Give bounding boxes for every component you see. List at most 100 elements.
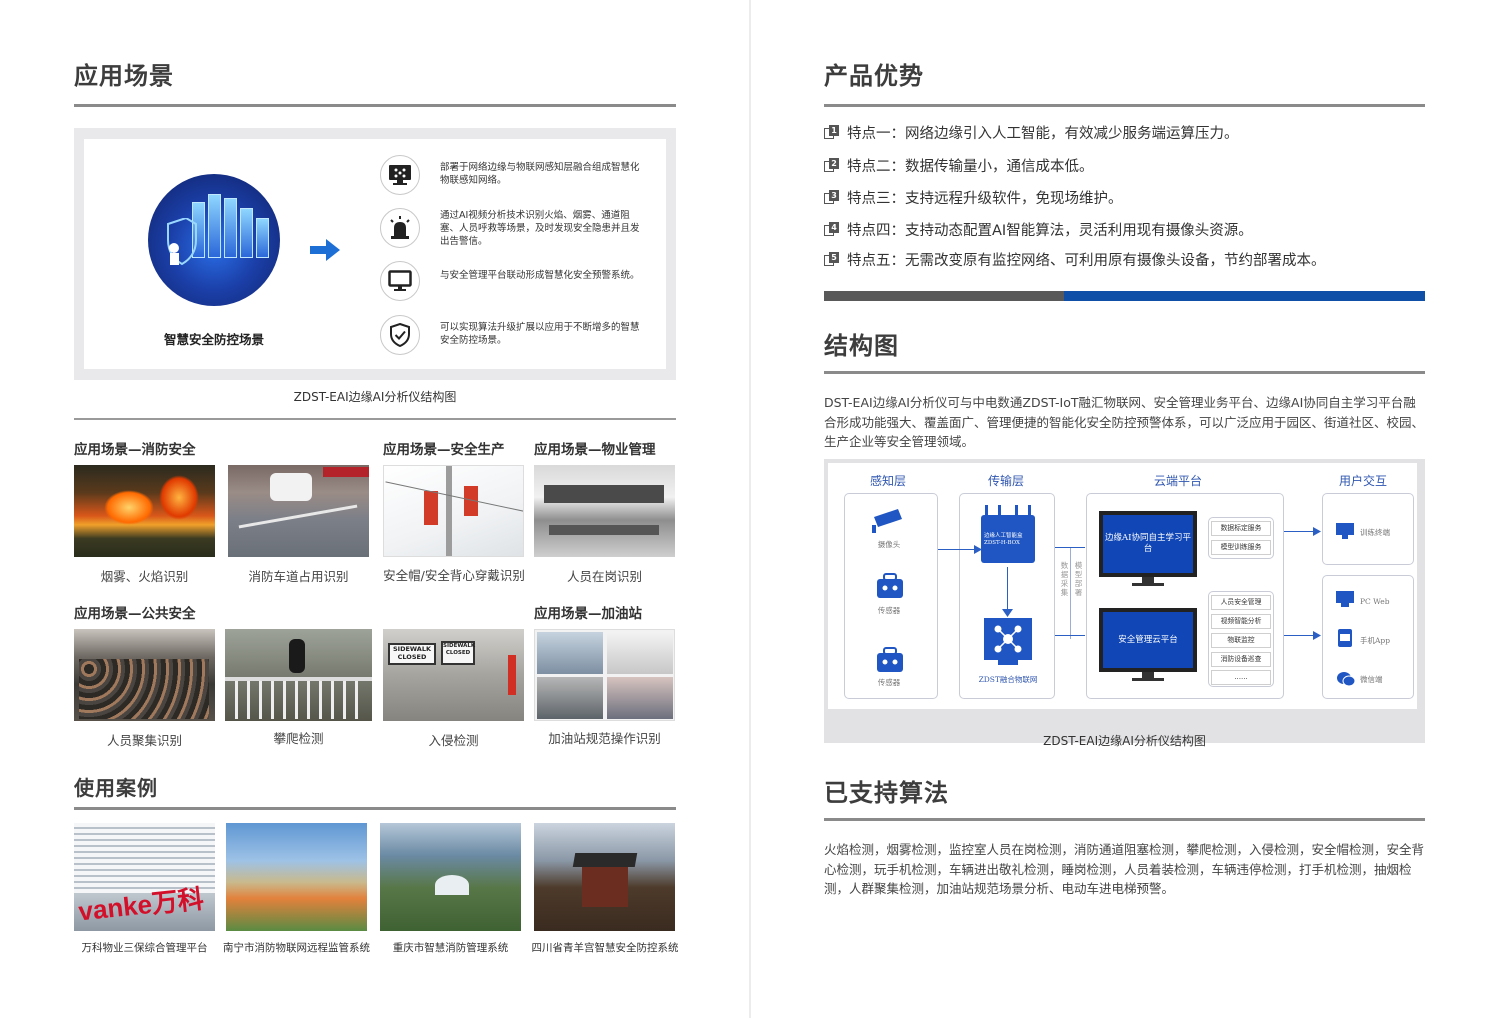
sensor-label-2: 传感器 xyxy=(877,678,901,687)
shield-check-icon xyxy=(380,315,420,355)
case-caption-2: 南宁市消防物联网远程监管系统 xyxy=(223,942,370,954)
panel-caption: ZDST-EAI边缘AI分析仪结构图 xyxy=(293,390,457,404)
arrow-right-icon xyxy=(310,239,340,261)
photo-caption-4: 人员在岗识别 xyxy=(566,569,642,584)
algorithms-paragraph: 火焰检测，烟雾检测，监控室人员在岗检测，消防通道阻塞检测，攀爬检测，入侵检测，安… xyxy=(824,842,1425,896)
scene-title: 智慧安全防控场景 xyxy=(163,332,264,347)
section-title-advantages: 产品优势 xyxy=(824,62,924,90)
case-photo-qingyang xyxy=(534,823,675,931)
photo-gas-station xyxy=(534,629,675,721)
advantage-text-2: 特点二：数据传输量小，通信成本低。 xyxy=(847,159,1094,175)
section-production-safety: 应用场景—安全生产 xyxy=(383,442,505,458)
service-tag: 消防设备巡查 xyxy=(1211,652,1271,667)
desktop-icon xyxy=(380,261,420,301)
layer-perception: 感知层 xyxy=(869,474,906,488)
diagram-caption: ZDST-EAI边缘AI分析仪结构图 xyxy=(1043,734,1206,748)
photo-caption-3: 安全帽/安全背心穿戴识别 xyxy=(383,568,525,583)
edge-box-label: 边缘人工智能盒 ZDST-H-BOX xyxy=(984,533,1023,546)
number-4-icon: 4 xyxy=(824,222,839,237)
photo-caption-1: 烟雾、火焰识别 xyxy=(100,569,189,584)
edge-ai-platform-monitor: 边缘AI协同自主学习平台 xyxy=(1099,511,1197,577)
architecture-diagram: 感知层 传输层 云端平台 用户交互 摄像头 传感器 传感器 边缘人工智能盒 ZD… xyxy=(828,463,1417,709)
number-2-icon: 2 xyxy=(824,158,839,173)
decorative-progress-bar xyxy=(824,291,1425,301)
feature-text-3: 与安全管理平台联动形成智慧化安全预警系统。 xyxy=(440,270,640,281)
model-deploy-label: 模型部署 xyxy=(1074,561,1083,597)
sensor-label-1: 传感器 xyxy=(877,606,901,615)
mobile-app-label: 手机App xyxy=(1360,636,1391,645)
section-title-cases: 使用案例 xyxy=(74,776,158,800)
advantage-item-3: 3 特点三：支持远程升级软件，免现场维护。 xyxy=(824,187,1123,208)
sensor-icon xyxy=(877,647,903,672)
photo-caption-2: 消防车道占用识别 xyxy=(248,569,349,584)
iot-label: ZDST融合物联网 xyxy=(978,675,1038,684)
sidewalk-closed-sign-2: SIDEWALK CLOSED xyxy=(441,641,475,665)
advantage-item-2: 2 特点二：数据传输量小，通信成本低。 xyxy=(824,155,1094,176)
number-3-icon: 3 xyxy=(824,190,839,205)
structure-paragraph: DST-EAI边缘AI分析仪可与中电数通ZDST-IoT融汇物联网、安全管理业务… xyxy=(824,395,1425,449)
service-tag: 视频智能分析 xyxy=(1211,614,1271,629)
case-photo-vanke: vanke万科 xyxy=(74,823,215,931)
case-photo-nanning xyxy=(226,823,367,931)
cases-rule xyxy=(74,807,676,810)
section-gas-station: 应用场景—加油站 xyxy=(534,606,642,622)
wechat-label: 微信端 xyxy=(1360,675,1383,684)
section-public-safety: 应用场景—公共安全 xyxy=(74,606,196,622)
security-cloud-platform-monitor: 安全管理云平台 xyxy=(1099,608,1197,672)
pc-web-label: PC Web xyxy=(1360,597,1390,606)
section-title-structure: 结构图 xyxy=(824,332,899,360)
advantage-text-3: 特点三：支持远程升级软件，免现场维护。 xyxy=(847,191,1123,207)
sidewalk-closed-sign-1: SIDEWALK CLOSED xyxy=(388,643,436,665)
case-caption-3: 重庆市智慧消防管理系统 xyxy=(392,942,509,954)
service-tag: 数据标定服务 xyxy=(1211,521,1271,536)
section-rule xyxy=(74,418,676,420)
scenario-panel-inner: 智慧安全防控场景 部署于网络边缘与物联网感知层融合组成智慧化物联感知网络。 通过… xyxy=(84,139,666,369)
mobile-app-icon xyxy=(1338,629,1352,647)
feature-text-2: 通过AI视频分析技术识别火焰、烟雾、通道阻塞、人员呼救等场景，及时发现安全隐患并… xyxy=(440,210,640,247)
photo-caption-7: 入侵检测 xyxy=(428,733,479,748)
advantage-item-1: 1 特点一：网络边缘引入人工智能，有效减少服务端运算压力。 xyxy=(824,122,1239,143)
photo-caption-5: 人员聚集识别 xyxy=(106,733,182,748)
page-divider xyxy=(749,0,751,1018)
camera-label: 摄像头 xyxy=(877,540,901,549)
section-title-algorithms: 已支持算法 xyxy=(824,779,949,807)
monitor-network-icon xyxy=(380,155,420,195)
service-tag: 人员安全管理 xyxy=(1211,595,1271,610)
feature-text-1: 部署于网络边缘与物联网感知层融合组成智慧化物联感知网络。 xyxy=(440,162,640,186)
title-rule xyxy=(74,104,676,107)
photo-caption-8: 加油站规范操作识别 xyxy=(548,731,661,746)
photo-crowd xyxy=(74,629,215,721)
structure-rule xyxy=(824,371,1425,374)
section-fire-safety: 应用场景—消防安全 xyxy=(74,442,196,458)
pc-icon xyxy=(1336,591,1354,607)
data-collection-label: 数据采集 xyxy=(1060,561,1069,597)
photo-caption-6: 攀爬检测 xyxy=(273,731,324,746)
advantage-text-4: 特点四：支持动态配置AI智能算法，灵活利用现有摄像头资源。 xyxy=(847,223,1253,239)
number-5-icon: 5 xyxy=(824,252,839,267)
progress-bar-fill xyxy=(1064,291,1425,301)
service-tag: 模型训练服务 xyxy=(1211,540,1271,555)
service-tag: …… xyxy=(1211,670,1271,685)
layer-user: 用户交互 xyxy=(1338,474,1387,488)
layer-cloud: 云端平台 xyxy=(1153,474,1202,488)
layer-transmission: 传输层 xyxy=(987,474,1024,488)
sensor-icon xyxy=(877,573,903,598)
training-terminal-label: 训练终端 xyxy=(1360,528,1390,537)
adv-rule xyxy=(824,104,1425,107)
wechat-icon xyxy=(1337,672,1356,687)
camera-icon xyxy=(872,509,902,533)
photo-hardhat xyxy=(383,465,524,557)
edge-ai-box-icon: 边缘人工智能盒 ZDST-H-BOX xyxy=(981,505,1035,563)
case-photo-chongqing xyxy=(380,823,521,931)
server-globe-illustration xyxy=(148,174,280,306)
scenario-panel: 智慧安全防控场景 部署于网络边缘与物联网感知层融合组成智慧化物联感知网络。 通过… xyxy=(74,128,676,380)
alarm-light-icon xyxy=(380,208,420,248)
iot-hub-icon xyxy=(984,618,1032,660)
architecture-diagram-frame: 感知层 传输层 云端平台 用户交互 摄像头 传感器 传感器 边缘人工智能盒 ZD… xyxy=(824,459,1425,743)
number-1-icon: 1 xyxy=(824,125,839,140)
service-tag: 物联监控 xyxy=(1211,633,1271,648)
advantage-item-5: 5 特点五：无需改变原有监控网络、可利用原有摄像头设备，节约部署成本。 xyxy=(824,249,1326,270)
photo-intrusion: SIDEWALK CLOSED SIDEWALK CLOSED xyxy=(383,629,524,721)
photo-climbing xyxy=(225,629,372,721)
feature-text-4: 可以实现算法升级扩展以应用于不断增多的智慧安全防控场景。 xyxy=(440,322,640,346)
